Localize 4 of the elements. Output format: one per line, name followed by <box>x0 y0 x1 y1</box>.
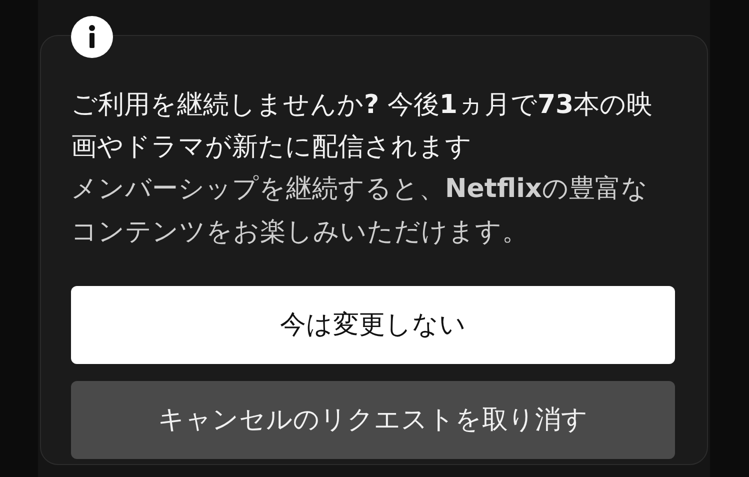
dialog-title: ご利用を継続しませんか? 今後1ヵ月で73本の映画やドラマが新たに配信されます <box>71 89 654 164</box>
keep-button[interactable]: 今は変更しない <box>71 286 675 364</box>
undo-cancel-button[interactable]: キャンセルのリクエストを取り消す <box>71 381 675 459</box>
dialog-message: メンバーシップを継続すると、Netflixの豊富なコンテンツをお楽しみいただけます。 <box>71 173 649 249</box>
